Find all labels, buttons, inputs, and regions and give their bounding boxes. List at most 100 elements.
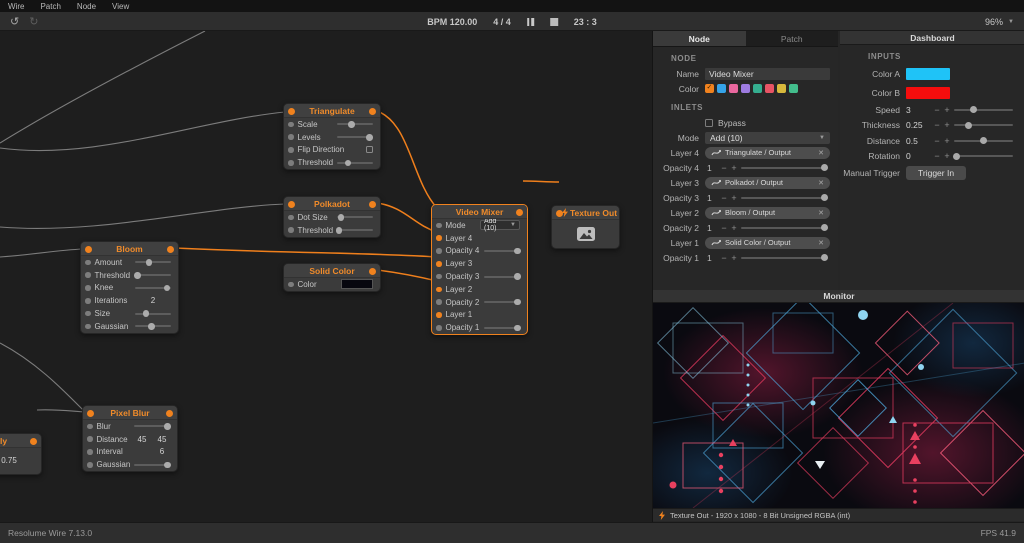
increment-button[interactable]: + — [729, 223, 739, 233]
increment-button[interactable]: + — [729, 253, 739, 263]
layer2-port[interactable] — [436, 287, 442, 293]
node-texture-out[interactable]: Texture Out — [551, 205, 620, 249]
color-swatch-green[interactable] — [789, 84, 798, 93]
increment-button[interactable]: + — [729, 193, 739, 203]
opacity-value[interactable]: 1 — [705, 193, 719, 203]
opacity4-slider[interactable] — [484, 250, 520, 252]
opacity3-slider[interactable] — [741, 197, 828, 199]
gaussian-slider[interactable] — [135, 325, 171, 327]
size-slider[interactable] — [135, 313, 171, 315]
color-swatch-teal[interactable] — [753, 84, 762, 93]
increment-button[interactable]: + — [942, 120, 952, 130]
inlet-port[interactable] — [87, 449, 93, 455]
inlet-port[interactable] — [436, 248, 442, 254]
output-port[interactable] — [166, 410, 173, 417]
inlet-port[interactable] — [87, 436, 93, 442]
input-port[interactable] — [556, 210, 563, 217]
thickness-slider[interactable] — [954, 124, 1013, 126]
distance-y-value[interactable]: 45 — [154, 435, 170, 444]
pause-icon[interactable] — [527, 18, 534, 26]
opacity2-slider[interactable] — [741, 227, 828, 229]
layer4-port[interactable] — [436, 235, 442, 241]
flip-direction-checkbox[interactable] — [366, 146, 373, 153]
scale-slider[interactable] — [337, 123, 373, 125]
node-multiply[interactable]: Multiply 0.75 — [0, 433, 42, 475]
opacity4-slider[interactable] — [741, 167, 828, 169]
inlet-port[interactable] — [85, 260, 91, 266]
inlet-port[interactable] — [85, 311, 91, 317]
decrement-button[interactable]: − — [719, 253, 729, 263]
color-a-swatch[interactable] — [906, 68, 950, 80]
redo-icon[interactable]: ↻ — [29, 15, 38, 28]
iterations-value[interactable]: 2 — [135, 296, 171, 305]
tab-patch[interactable]: Patch — [746, 31, 839, 46]
increment-button[interactable]: + — [942, 151, 952, 161]
rotation-slider[interactable] — [954, 155, 1013, 157]
threshold-slider[interactable] — [337, 162, 373, 164]
increment-button[interactable]: + — [942, 105, 952, 115]
layer4-connection-chip[interactable]: Triangulate / Output ✕ — [705, 147, 830, 159]
multiply-value[interactable]: 0.75 — [0, 456, 34, 465]
color-swatch-blue[interactable] — [717, 84, 726, 93]
color-swatch-purple[interactable] — [741, 84, 750, 93]
inlet-port[interactable] — [87, 462, 93, 468]
menu-node[interactable]: Node — [77, 2, 96, 11]
input-port[interactable] — [288, 201, 295, 208]
inlet-port[interactable] — [288, 215, 294, 221]
color-swatch-orange[interactable] — [705, 84, 714, 93]
inlet-port[interactable] — [288, 282, 294, 288]
input-port[interactable] — [288, 108, 295, 115]
node-video-mixer[interactable]: Video Mixer Mode Add (10) ▼ Layer 4 Opac… — [431, 204, 528, 335]
bypass-checkbox[interactable] — [705, 119, 713, 127]
color-swatch-red[interactable] — [765, 84, 774, 93]
inlet-port[interactable] — [288, 160, 294, 166]
gaussian-slider[interactable] — [134, 464, 170, 466]
decrement-button[interactable]: − — [719, 223, 729, 233]
output-port[interactable] — [369, 108, 376, 115]
stop-icon[interactable] — [550, 18, 558, 26]
inlet-port[interactable] — [288, 227, 294, 233]
decrement-button[interactable]: − — [932, 120, 942, 130]
rotation-value[interactable]: 0 — [906, 151, 932, 161]
threshold-slider[interactable] — [337, 229, 373, 231]
inlet-port[interactable] — [85, 298, 91, 304]
color-swatch-yellow[interactable] — [777, 84, 786, 93]
opacity2-slider[interactable] — [484, 301, 520, 303]
input-port[interactable] — [87, 410, 94, 417]
amount-slider[interactable] — [135, 261, 171, 263]
color-b-swatch[interactable] — [906, 87, 950, 99]
disconnect-icon[interactable]: ✕ — [818, 209, 824, 217]
inlet-port[interactable] — [85, 272, 91, 278]
layer1-connection-chip[interactable]: Solid Color / Output ✕ — [705, 237, 830, 249]
mode-select[interactable]: Add (10) ▼ — [705, 132, 830, 144]
opacity1-slider[interactable] — [484, 327, 520, 329]
node-triangulate[interactable]: Triangulate Scale Levels Flip Direction … — [283, 103, 381, 170]
inlet-port[interactable] — [288, 147, 294, 153]
node-polkadot[interactable]: Polkadot Dot Size Threshold — [283, 196, 381, 238]
speed-value[interactable]: 3 — [906, 105, 932, 115]
node-bloom[interactable]: Bloom Amount Threshold Knee Iterations 2… — [80, 241, 179, 334]
increment-button[interactable]: + — [729, 163, 739, 173]
tab-node[interactable]: Node — [653, 31, 746, 46]
output-port[interactable] — [369, 268, 376, 275]
input-port[interactable] — [85, 246, 92, 253]
color-swatch-pink[interactable] — [729, 84, 738, 93]
output-port[interactable] — [30, 438, 37, 445]
inlet-port[interactable] — [288, 134, 294, 140]
decrement-button[interactable]: − — [932, 151, 942, 161]
output-port[interactable] — [369, 201, 376, 208]
patch-canvas[interactable]: Multiply 0.75 Triangulate Scale Levels F… — [0, 31, 652, 522]
decrement-button[interactable]: − — [719, 163, 729, 173]
dot-size-slider[interactable] — [337, 216, 373, 218]
color-swatch[interactable] — [341, 279, 373, 289]
thickness-value[interactable]: 0.25 — [906, 120, 932, 130]
disconnect-icon[interactable]: ✕ — [818, 179, 824, 187]
layer3-connection-chip[interactable]: Polkadot / Output ✕ — [705, 177, 830, 189]
interval-value[interactable]: 6 — [154, 447, 170, 456]
layer1-port[interactable] — [436, 312, 442, 318]
inlet-port[interactable] — [436, 325, 442, 331]
levels-slider[interactable] — [337, 136, 373, 138]
output-port[interactable] — [167, 246, 174, 253]
distance-x-value[interactable]: 45 — [134, 435, 150, 444]
opacity3-slider[interactable] — [484, 276, 520, 278]
